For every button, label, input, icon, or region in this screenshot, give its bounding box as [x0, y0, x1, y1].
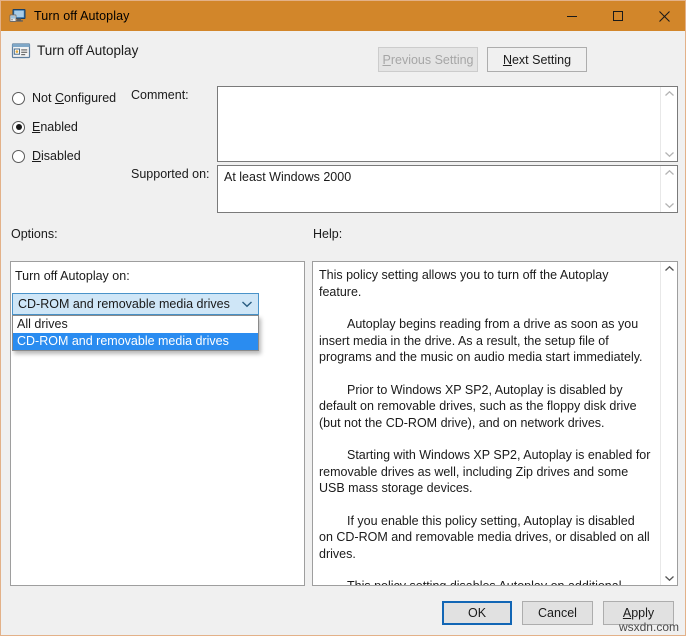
chevron-down-icon[interactable]	[236, 300, 258, 308]
combo-option-cdrom-removable[interactable]: CD-ROM and removable media drives	[13, 333, 258, 350]
supported-on-label: Supported on:	[131, 167, 210, 181]
help-paragraph: Autoplay begins reading from a drive as …	[319, 317, 643, 364]
minimize-button[interactable]	[549, 1, 595, 31]
help-scrollbar[interactable]	[660, 262, 677, 585]
options-section-label: Options:	[11, 227, 58, 241]
policy-setting-icon	[11, 42, 31, 60]
combo-dropdown-list[interactable]: All drives CD-ROM and removable media dr…	[12, 315, 259, 351]
supported-on-scrollbar[interactable]	[660, 166, 677, 212]
comment-textarea[interactable]	[217, 86, 678, 162]
help-panel: This policy setting allows you to turn o…	[312, 261, 678, 586]
radio-not-configured-mark	[12, 91, 25, 105]
combo-selected-value: CD-ROM and removable media drives	[18, 297, 230, 311]
next-setting-button[interactable]: Next Setting	[487, 47, 587, 72]
close-button[interactable]	[641, 1, 685, 31]
comment-scrollbar[interactable]	[660, 87, 677, 161]
combo-label: Turn off Autoplay on:	[15, 269, 130, 283]
scroll-down-icon[interactable]	[664, 574, 675, 582]
scroll-down-icon[interactable]	[664, 150, 675, 158]
help-text: This policy setting allows you to turn o…	[313, 262, 660, 585]
radio-disabled[interactable]: Disabled	[12, 149, 81, 163]
computer-monitor-icon	[9, 7, 27, 25]
previous-setting-label: Previous Setting	[382, 52, 474, 67]
help-paragraph: This policy setting allows you to turn o…	[319, 268, 609, 299]
help-section-label: Help:	[313, 227, 343, 241]
radio-not-configured[interactable]: Not Configured	[12, 91, 116, 105]
supported-on-textarea[interactable]: At least Windows 2000	[217, 165, 678, 213]
supported-on-value: At least Windows 2000	[224, 170, 352, 184]
setting-name: Turn off Autoplay	[37, 43, 139, 58]
cancel-button[interactable]: Cancel	[522, 601, 593, 625]
previous-setting-button[interactable]: Previous Setting	[378, 47, 478, 72]
watermark: wsxdn.com	[618, 620, 679, 634]
ok-label: OK	[467, 606, 487, 620]
maximize-button[interactable]	[595, 1, 641, 31]
help-paragraph: Starting with Windows XP SP2, Autoplay i…	[319, 448, 651, 495]
window-title: Turn off Autoplay	[34, 9, 130, 23]
help-paragraph: Prior to Windows XP SP2, Autoplay is dis…	[319, 382, 637, 430]
radio-disabled-mark	[12, 149, 25, 163]
help-paragraph: This policy setting disables Autoplay on…	[319, 578, 652, 585]
ok-button[interactable]: OK	[442, 601, 512, 625]
scroll-down-icon[interactable]	[664, 201, 675, 209]
radio-enabled-mark	[12, 120, 25, 134]
comment-value[interactable]	[218, 87, 660, 161]
radio-disabled-label: Disabled	[32, 149, 81, 163]
scroll-up-icon[interactable]	[664, 169, 675, 177]
comment-label: Comment:	[131, 88, 189, 102]
combo-option-all-drives[interactable]: All drives	[13, 316, 258, 333]
next-setting-label: Next Setting	[502, 52, 572, 67]
scroll-up-icon[interactable]	[664, 90, 675, 98]
group-policy-setting-window: Turn off Autoplay Turn off Autoplay Prev…	[0, 0, 686, 636]
scroll-up-icon[interactable]	[664, 265, 675, 273]
apply-label: Apply	[622, 606, 655, 620]
turn-off-autoplay-on-combobox[interactable]: CD-ROM and removable media drives	[12, 293, 259, 315]
title-bar: Turn off Autoplay	[1, 1, 685, 31]
help-paragraph: If you enable this policy setting, Autop…	[319, 513, 650, 561]
radio-enabled[interactable]: Enabled	[12, 120, 78, 134]
cancel-label: Cancel	[538, 606, 577, 620]
radio-not-configured-label: Not Configured	[32, 91, 117, 105]
radio-enabled-label: Enabled	[32, 120, 78, 134]
